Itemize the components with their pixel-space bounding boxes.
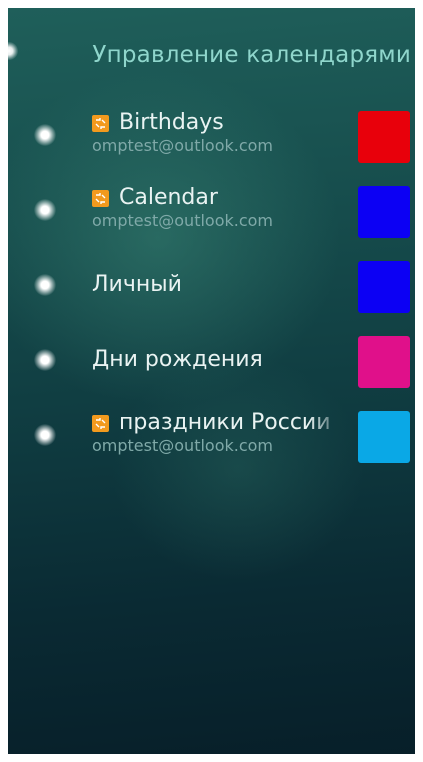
exchange-icon <box>92 189 109 207</box>
calendar-toggle[interactable] <box>34 124 56 146</box>
calendar-item-text: Birthdays omptest@outlook.com <box>92 110 344 156</box>
calendar-item-text: Calendar omptest@outlook.com <box>92 185 344 231</box>
pulley-menu-indicator[interactable] <box>8 42 18 60</box>
calendar-toggle[interactable] <box>34 274 56 296</box>
calendar-color-swatch[interactable] <box>358 411 410 463</box>
page-title: Управление календарями <box>92 42 411 68</box>
calendar-management-page: Управление календарями Birthdays omptest… <box>8 8 415 754</box>
calendar-item-text: праздники России omptest@outlook.com <box>92 410 344 456</box>
calendar-color-swatch[interactable] <box>358 186 410 238</box>
calendar-name: Дни рождения <box>92 347 263 372</box>
calendar-item-text: Личный <box>92 272 344 298</box>
calendar-color-swatch[interactable] <box>358 261 410 313</box>
calendar-item-birthdays-local[interactable]: Дни рождения <box>8 329 415 403</box>
page-header: Управление календарями <box>8 8 415 100</box>
calendar-color-swatch[interactable] <box>358 111 410 163</box>
exchange-icon <box>92 414 109 432</box>
calendar-name: Birthdays <box>119 110 224 135</box>
calendar-color-swatch[interactable] <box>358 336 410 388</box>
calendar-toggle[interactable] <box>34 199 56 221</box>
calendar-item-holidays-russia[interactable]: праздники России omptest@outlook.com <box>8 404 415 478</box>
calendar-name: Calendar <box>119 185 218 210</box>
calendar-item-text: Дни рождения <box>92 347 344 373</box>
calendar-account: omptest@outlook.com <box>92 211 274 230</box>
calendar-account: omptest@outlook.com <box>92 136 274 155</box>
calendar-item-personal[interactable]: Личный <box>8 254 415 328</box>
calendar-account: omptest@outlook.com <box>92 436 274 455</box>
exchange-icon <box>92 114 109 132</box>
calendar-toggle[interactable] <box>34 349 56 371</box>
calendar-item-calendar[interactable]: Calendar omptest@outlook.com <box>8 179 415 253</box>
calendar-name: праздники России <box>119 410 331 435</box>
calendar-toggle[interactable] <box>34 424 56 446</box>
calendar-item-birthdays[interactable]: Birthdays omptest@outlook.com <box>8 104 415 178</box>
calendar-name: Личный <box>92 272 182 297</box>
